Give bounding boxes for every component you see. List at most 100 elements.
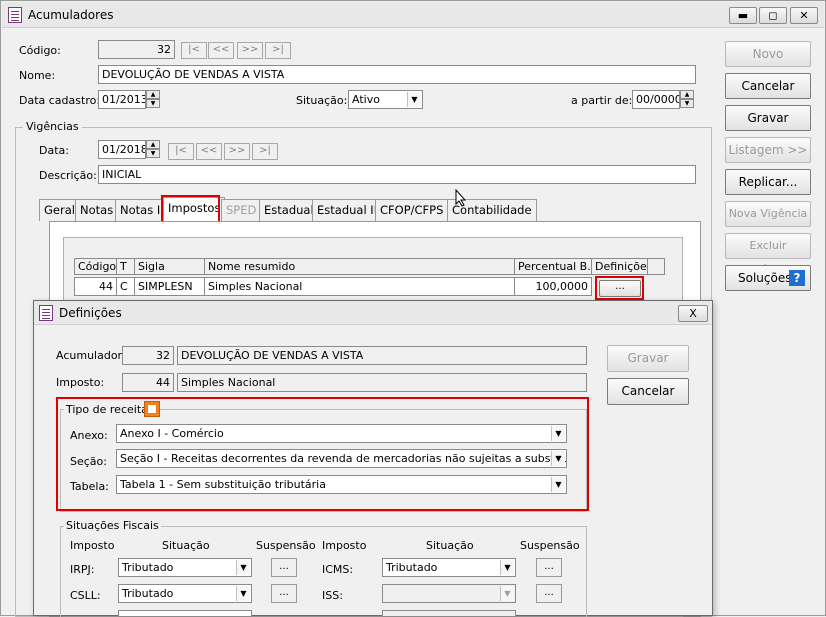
nova-vigencia-button[interactable]: Nova Vigência <box>725 201 811 227</box>
iss-situacao-select[interactable]: ▼ <box>382 584 516 603</box>
csll-label: CSLL: <box>70 589 101 602</box>
acumulador-code: 32 <box>122 346 174 365</box>
icms-situacao-select[interactable]: Tributado ▼ <box>382 558 516 577</box>
csll-suspensao-button[interactable]: ... <box>271 584 297 603</box>
data-cadastro-spinner[interactable]: ▲ ▼ <box>146 90 160 109</box>
dialog-title-bar: Definições X <box>34 301 712 325</box>
col-sigla: Sigla <box>134 258 205 275</box>
cell-codigo[interactable]: 44 <box>74 277 117 296</box>
solucoes-label: Soluções <box>738 271 792 285</box>
col-percentual: Percentual B.C. <box>514 258 592 275</box>
chevron-down-icon: ▼ <box>551 426 565 441</box>
tab-geral[interactable]: Geral <box>39 199 80 221</box>
cell-nome[interactable]: Simples Nacional <box>204 277 515 296</box>
irpj-label: IRPJ: <box>70 563 95 576</box>
cancelar-button[interactable]: Cancelar <box>725 73 811 99</box>
vig-data-spinner[interactable]: ▲ ▼ <box>146 140 160 159</box>
csll-situacao-select[interactable]: Tributado ▼ <box>118 584 252 603</box>
col-definicoes: Definições <box>591 258 648 275</box>
situacao-value: Ativo <box>352 93 380 106</box>
novo-button[interactable]: Novo <box>725 41 811 67</box>
tab-sped[interactable]: SPED <box>221 199 262 221</box>
vig-nav-last-button[interactable]: >| <box>252 143 278 160</box>
imposto-name: Simples Nacional <box>177 373 587 392</box>
chevron-down-icon: ▼ <box>236 586 250 601</box>
window-title: Acumuladores <box>28 8 114 22</box>
anexo-select[interactable]: Anexo I - Comércio ▼ <box>116 424 567 443</box>
acumulador-name: DEVOLUÇÃO DE VENDAS A VISTA <box>177 346 587 365</box>
tab-estadual-ii[interactable]: Estadual II <box>312 199 383 221</box>
dialog-gravar-button[interactable]: Gravar <box>607 345 689 372</box>
anexo-label: Anexo: <box>70 429 108 442</box>
a-partir-de-field[interactable]: 00/0000 <box>632 90 680 109</box>
imposto-code: 44 <box>122 373 174 392</box>
chevron-down-icon: ▼ <box>551 477 565 492</box>
irpj-situacao-select[interactable]: Tributado ▼ <box>118 558 252 577</box>
irpj-situacao-value: Tributado <box>122 561 174 574</box>
codigo-field[interactable]: 32 <box>98 40 175 59</box>
title-bar: Acumuladores ▬ ◻ ✕ <box>2 2 824 28</box>
definicoes-dialog: Definições X Acumulador: 32 DEVOLUÇÃO DE… <box>33 300 713 617</box>
tabela-select[interactable]: Tabela 1 - Sem substituição tributária ▼ <box>116 475 567 494</box>
iss-suspensao-button[interactable]: ... <box>536 584 562 603</box>
tabela-value: Tabela 1 - Sem substituição tributária <box>120 478 326 491</box>
tab-strip: Geral Notas Notas II Impostos SPED Estad… <box>39 197 679 221</box>
nav-next-button[interactable]: >> <box>237 42 263 59</box>
cell-sigla[interactable]: SIMPLESN <box>134 277 205 296</box>
situacao-label: Situação: <box>296 94 348 107</box>
cell-t[interactable]: C <box>116 277 135 296</box>
dialog-icon <box>39 305 53 321</box>
minimize-button[interactable]: ▬ <box>729 7 757 24</box>
sit-header-suspensao-right: Suspensão <box>520 539 580 552</box>
chevron-down-icon: ▼ <box>500 586 514 601</box>
vig-data-label: Data: <box>39 144 69 157</box>
situacao-select[interactable]: Ativo ▼ <box>348 90 423 109</box>
dialog-cancelar-button[interactable]: Cancelar <box>607 378 689 405</box>
descricao-field[interactable]: INICIAL <box>98 165 696 184</box>
imposto-label: Imposto: <box>56 376 105 389</box>
secao-select[interactable]: Seção I - Receitas decorrentes da revend… <box>116 449 567 468</box>
secao-label: Seção: <box>70 455 107 468</box>
help-icon: ? <box>789 270 805 286</box>
data-cadastro-field[interactable]: 01/2013 <box>98 90 146 109</box>
tabela-label: Tabela: <box>70 480 109 493</box>
excluir-vigencia-button[interactable]: Excluir Vigência <box>725 233 811 276</box>
situacoes-title: Situações Fiscais <box>64 519 161 532</box>
vig-data-field[interactable]: 01/2018 <box>98 140 146 159</box>
cell-percentual[interactable]: 100,0000 <box>514 277 592 296</box>
sit-header-situacao-left: Situação <box>162 539 210 552</box>
tab-notas[interactable]: Notas <box>75 199 119 221</box>
dialog-close-button[interactable]: X <box>678 305 708 322</box>
icms-label: ICMS: <box>322 563 354 576</box>
chevron-down-icon: ▼ <box>500 560 514 575</box>
vig-nav-prev-button[interactable]: << <box>196 143 222 160</box>
dialog-title: Definições <box>59 306 122 320</box>
vig-nav-next-button[interactable]: >> <box>224 143 250 160</box>
replicar-button[interactable]: Replicar... <box>725 169 811 195</box>
tab-estadual[interactable]: Estadual <box>259 199 319 221</box>
maximize-button[interactable]: ◻ <box>759 7 787 24</box>
sit-header-situacao-right: Situação <box>426 539 474 552</box>
vigencias-title: Vigências <box>23 120 82 133</box>
nome-field[interactable]: DEVOLUÇÃO DE VENDAS A VISTA <box>98 65 696 84</box>
irpj-suspensao-button[interactable]: ... <box>271 558 297 577</box>
icms-suspensao-button[interactable]: ... <box>536 558 562 577</box>
gravar-button[interactable]: Gravar <box>725 105 811 131</box>
sit-header-imposto-left: Imposto <box>70 539 115 552</box>
nome-label: Nome: <box>19 69 56 82</box>
definicoes-highlight <box>595 276 644 300</box>
tab-cfop-cfps[interactable]: CFOP/CFPS <box>375 199 449 221</box>
nav-prev-button[interactable]: << <box>208 42 234 59</box>
a-partir-de-label: a partir de: <box>571 94 633 107</box>
chevron-down-icon: ▼ <box>551 451 565 466</box>
secao-value: Seção I - Receitas decorrentes da revend… <box>120 452 566 465</box>
vig-nav-first-button[interactable]: |< <box>168 143 194 160</box>
close-button[interactable]: ✕ <box>790 7 818 24</box>
window-icon <box>8 7 22 23</box>
nav-last-button[interactable]: >| <box>265 42 291 59</box>
a-partir-de-spinner[interactable]: ▲ ▼ <box>680 90 694 109</box>
descricao-label: Descrição: <box>39 169 97 182</box>
solucoes-button[interactable]: Soluções ? <box>725 265 811 291</box>
nav-first-button[interactable]: |< <box>181 42 207 59</box>
listagem-button[interactable]: Listagem >> <box>725 137 811 163</box>
